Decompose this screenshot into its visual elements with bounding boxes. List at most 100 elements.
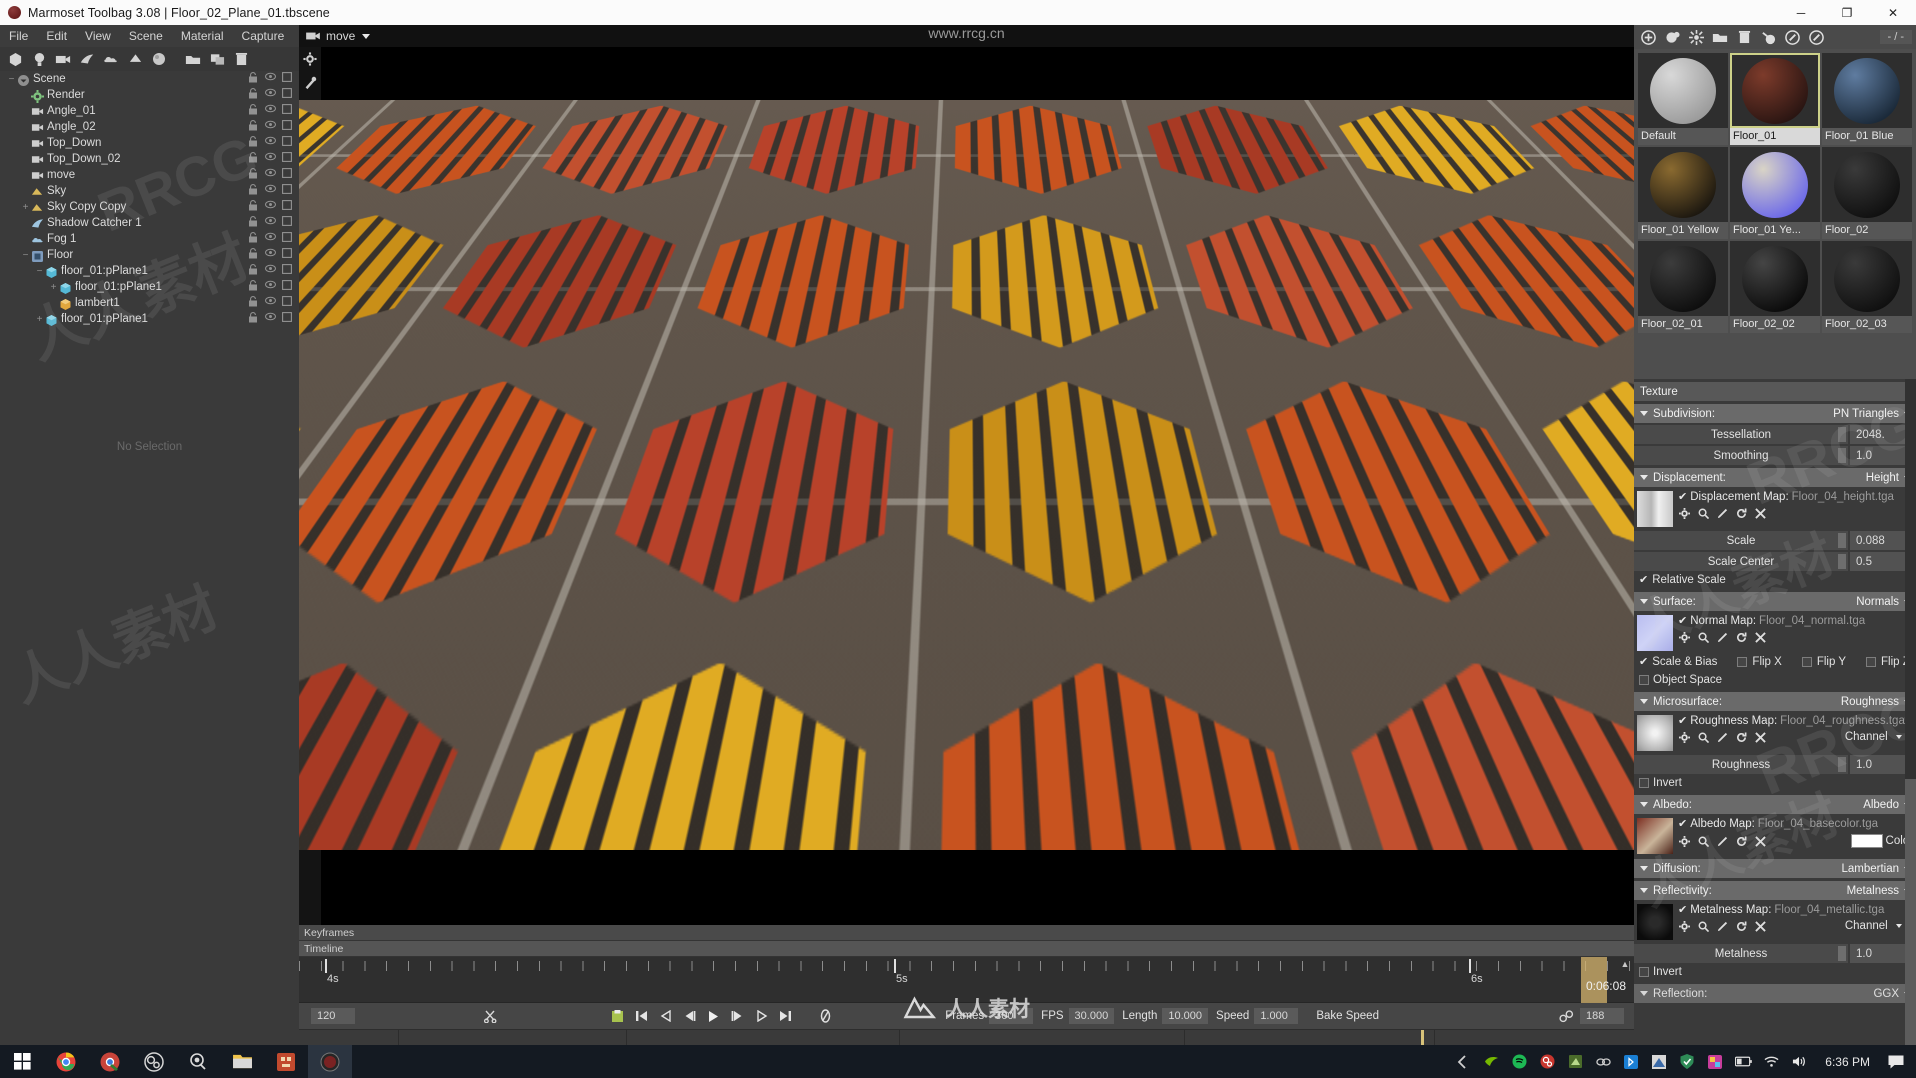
camera-gizmo[interactable] <box>527 432 573 469</box>
step-forward-icon[interactable] <box>730 1009 745 1023</box>
battery-icon[interactable] <box>1729 1045 1757 1078</box>
lock-icon[interactable] <box>248 184 259 197</box>
render-box-icon[interactable] <box>282 88 293 101</box>
bake-speed-button[interactable]: Bake Speed <box>1316 1010 1379 1022</box>
link-value-field[interactable]: 188 <box>1579 1008 1624 1024</box>
visibility-eye-icon[interactable] <box>265 264 276 277</box>
gear-icon[interactable] <box>1678 835 1690 847</box>
material-thumbnail[interactable] <box>1822 53 1912 128</box>
subdivision-mode[interactable]: PN Triangles <box>1833 408 1899 420</box>
render-box-icon[interactable] <box>282 152 293 165</box>
surface-mode[interactable]: Normals <box>1856 596 1899 608</box>
pencil-icon[interactable] <box>1716 835 1728 847</box>
menu-capture[interactable]: Capture <box>233 25 294 47</box>
trash-icon[interactable] <box>1733 27 1755 47</box>
duplicate-material-icon[interactable] <box>1661 27 1683 47</box>
visibility-eye-icon[interactable] <box>265 72 276 85</box>
roughness-map-row[interactable]: ✔ Roughness Map: Floor_04_roughness.tga … <box>1634 711 1916 753</box>
folder-icon[interactable] <box>1709 27 1731 47</box>
gear-icon[interactable] <box>1678 631 1690 643</box>
material-properties[interactable]: Texture Subdivision: PN Triangles Tessel… <box>1634 379 1916 1045</box>
gear-icon[interactable] <box>1678 731 1690 743</box>
gear-icon[interactable] <box>1678 507 1690 519</box>
metalness-map-thumbnail[interactable] <box>1637 904 1673 940</box>
material-name-label[interactable]: Floor_02_03 <box>1822 316 1912 333</box>
sky-icon[interactable] <box>124 49 146 69</box>
lock-icon[interactable] <box>248 232 259 245</box>
bake-icon[interactable] <box>1685 27 1707 47</box>
spotify-icon[interactable] <box>1505 1045 1533 1078</box>
lock-icon[interactable] <box>248 88 259 101</box>
tree-item-sky[interactable]: Sky <box>0 183 299 199</box>
material-thumbnail[interactable] <box>1730 53 1820 128</box>
properties-scrollbar-thumb[interactable] <box>1905 779 1916 1078</box>
tree-expander[interactable]: − <box>34 266 45 277</box>
visibility-eye-icon[interactable] <box>265 248 276 261</box>
slider-handle[interactable] <box>1838 533 1846 548</box>
tree-expander[interactable]: − <box>6 74 17 85</box>
lock-icon[interactable] <box>248 168 259 181</box>
render-box-icon[interactable] <box>282 120 293 133</box>
sphere-icon[interactable] <box>148 49 170 69</box>
check-icon[interactable]: ✔ <box>1639 657 1648 668</box>
slider-handle[interactable] <box>1838 946 1846 961</box>
prev-key-icon[interactable] <box>658 1009 673 1023</box>
material-item[interactable]: Floor_01 <box>1730 53 1820 145</box>
lock-icon[interactable] <box>248 200 259 213</box>
visibility-eye-icon[interactable] <box>265 232 276 245</box>
material-name-label[interactable]: Floor_01 Yellow <box>1638 222 1728 239</box>
taskbar-clock[interactable]: 6:36 PM <box>1813 1055 1882 1069</box>
visibility-eye-icon[interactable] <box>265 152 276 165</box>
material-item[interactable]: Floor_01 Blue <box>1822 53 1912 145</box>
speed-field[interactable]: 1.000 <box>1254 1008 1299 1024</box>
visibility-eye-icon[interactable] <box>265 216 276 229</box>
material-item[interactable]: Floor_02_02 <box>1730 241 1820 333</box>
viewport[interactable]: move www.rrcg.cn <box>299 25 1634 925</box>
flip-y-checkbox[interactable] <box>1801 657 1812 667</box>
material-item[interactable]: Floor_02_01 <box>1638 241 1728 333</box>
scale-center-row[interactable]: Scale Center 0.5 <box>1634 552 1916 571</box>
render-box-icon[interactable] <box>282 248 293 261</box>
close-icon[interactable] <box>1754 835 1766 847</box>
volume-icon[interactable] <box>1785 1045 1813 1078</box>
lock-icon[interactable] <box>248 152 259 165</box>
smoothing-row[interactable]: Smoothing 1.0 <box>1634 446 1916 465</box>
visibility-eye-icon[interactable] <box>265 136 276 149</box>
skip-end-icon[interactable] <box>778 1009 793 1023</box>
reflection-mode[interactable]: GGX <box>1873 988 1899 1000</box>
tree-item-lambert1[interactable]: lambert1 <box>0 295 299 311</box>
settings-gear-icon[interactable] <box>299 47 321 71</box>
render-box-icon[interactable] <box>282 104 293 117</box>
section-texture[interactable]: Texture <box>1634 382 1916 401</box>
check-icon[interactable]: ✔ <box>1639 575 1648 586</box>
visibility-eye-icon[interactable] <box>265 168 276 181</box>
lock-icon[interactable] <box>248 264 259 277</box>
tree-item-floor-01-pplane1[interactable]: + floor_01:pPlane1 <box>0 279 299 295</box>
object-space-row[interactable]: Object Space <box>1634 671 1916 689</box>
note-icon[interactable] <box>1561 1045 1589 1078</box>
record-key-icon[interactable] <box>610 1009 625 1023</box>
render-output[interactable]: RRCG RRCG RRCG 人人素材 人人素材 人人素材 RRCG RRCG … <box>299 100 1634 850</box>
tree-item-angle-02[interactable]: Angle_02 <box>0 119 299 135</box>
edit-material-icon[interactable] <box>1805 27 1827 47</box>
mesh-icon[interactable] <box>4 49 26 69</box>
lock-icon[interactable] <box>248 280 259 293</box>
material-item[interactable]: Floor_02_03 <box>1822 241 1912 333</box>
flip-z-checkbox[interactable] <box>1866 657 1877 667</box>
metalness-slider[interactable]: Metalness <box>1634 944 1848 963</box>
bluetooth-icon[interactable] <box>1617 1045 1645 1078</box>
shadow-catcher-icon[interactable] <box>76 49 98 69</box>
tree-item-shadow-catcher-1[interactable]: Shadow Catcher 1 <box>0 215 299 231</box>
material-name-label[interactable]: Default <box>1638 128 1728 145</box>
albedo-color-swatch[interactable] <box>1850 834 1883 848</box>
visibility-eye-icon[interactable] <box>265 120 276 133</box>
render-box-icon[interactable] <box>282 296 293 309</box>
material-thumbnail[interactable] <box>1822 147 1912 222</box>
roughness-row[interactable]: Roughness 1.0 <box>1634 755 1916 774</box>
material-item[interactable]: Default <box>1638 53 1728 145</box>
lock-icon[interactable] <box>248 136 259 149</box>
visibility-eye-icon[interactable] <box>265 184 276 197</box>
snagit-icon[interactable] <box>176 1045 220 1078</box>
tree-expander[interactable]: + <box>48 282 59 293</box>
lock-icon[interactable] <box>248 216 259 229</box>
